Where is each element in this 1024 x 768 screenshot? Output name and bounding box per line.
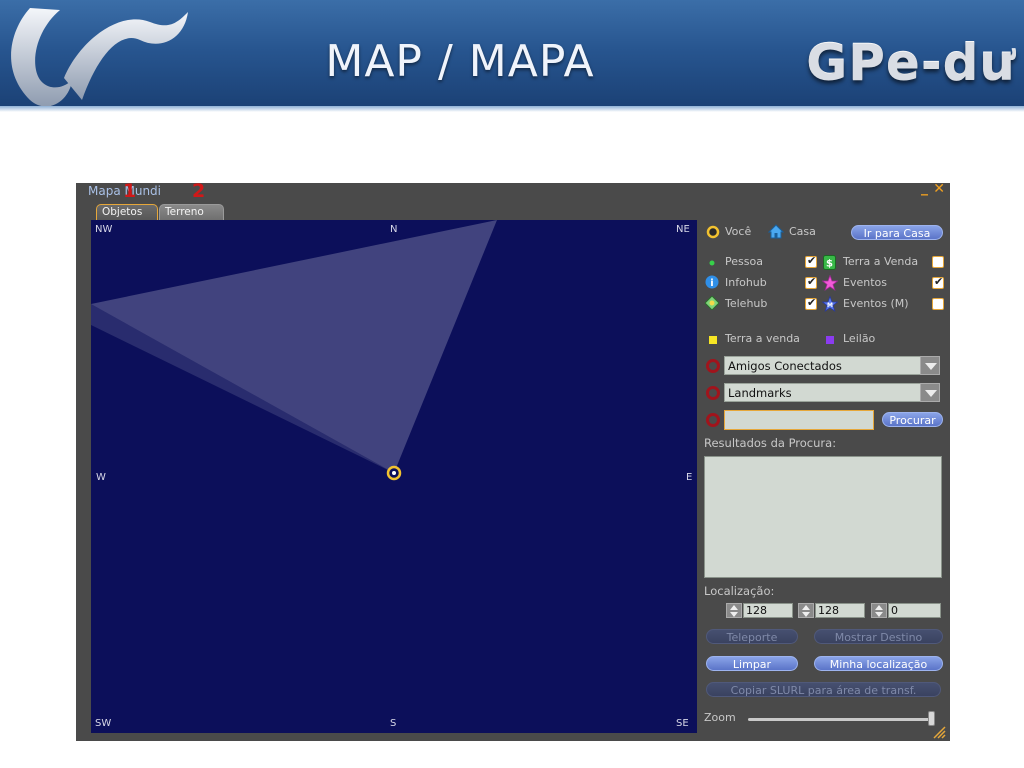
coord-z-field[interactable]: 0 — [888, 603, 941, 618]
person-dot-icon — [709, 260, 715, 266]
coord-y-stepper[interactable] — [798, 603, 814, 618]
legend-label-pessoa: Pessoa — [725, 255, 763, 268]
annotation-marker-1: 1 — [123, 180, 137, 202]
map-controls-panel: Você Casa Ir para Casa Pessoa i Infohub … — [704, 220, 946, 739]
zoom-slider-handle[interactable] — [928, 711, 935, 726]
coord-x-stepper[interactable] — [726, 603, 742, 618]
land-sale-icon: $ — [823, 255, 836, 270]
go-home-button[interactable]: Ir para Casa — [851, 225, 943, 240]
you-label: Você — [725, 225, 752, 238]
location-label: Localização: — [704, 584, 775, 598]
checkbox-eventos-m[interactable] — [932, 298, 944, 310]
friends-online-dropdown[interactable]: Amigos Conectados — [724, 356, 940, 375]
coord-y-field[interactable]: 128 — [815, 603, 865, 618]
coord-x-field[interactable]: 128 — [743, 603, 793, 618]
banner-divider — [0, 106, 1024, 112]
search-results-list[interactable] — [704, 456, 942, 578]
clear-button[interactable]: Limpar — [706, 656, 798, 671]
compass-se: SE — [676, 718, 689, 729]
close-icon[interactable]: ✕ — [933, 181, 945, 197]
banner-brand: GPe-dư — [806, 34, 1016, 92]
zoom-label: Zoom — [704, 711, 736, 724]
annotation-marker-2: 2 — [192, 180, 206, 202]
compass-w: W — [96, 472, 106, 483]
home-icon — [768, 224, 784, 239]
tab-objetos[interactable]: Objetos — [96, 204, 158, 220]
landmark-tracker-icon — [706, 386, 720, 400]
legend-label-eventos-m: Eventos (M) — [843, 297, 909, 310]
compass-sw: SW — [95, 718, 112, 729]
teleport-button[interactable]: Teleporte — [706, 629, 798, 644]
land-for-sale-key-label: Terra a venda — [725, 332, 800, 345]
show-destination-button[interactable]: Mostrar Destino — [814, 629, 943, 644]
copy-slurl-button[interactable]: Copiar SLURL para área de transf. — [706, 682, 941, 697]
window-titlebar[interactable]: Mapa Mundi _ ✕ — [76, 180, 950, 200]
compass-ne: NE — [676, 224, 690, 235]
zoom-slider-track[interactable] — [748, 718, 934, 721]
compass-e: E — [686, 472, 693, 483]
coord-z-stepper[interactable] — [871, 603, 887, 618]
banner-title: MAP / MAPA — [325, 36, 595, 87]
checkbox-eventos[interactable] — [932, 275, 944, 289]
auction-key-label: Leilão — [843, 332, 876, 345]
friends-tracker-icon — [706, 359, 720, 373]
avatar-marker-center — [392, 471, 396, 475]
landmarks-dropdown[interactable]: Landmarks — [724, 383, 940, 402]
legend-label-terra-a-venda: Terra a Venda — [843, 255, 919, 268]
svg-text:M: M — [827, 302, 833, 309]
tab-terreno[interactable]: Terreno — [159, 204, 224, 220]
compass-nw: NW — [95, 224, 113, 235]
event-mature-icon: M — [822, 296, 838, 312]
world-map-window: Mapa Mundi _ ✕ 1 2 Objetos Terreno NW N … — [76, 180, 950, 741]
map-view-layer — [91, 220, 497, 481]
minimize-icon[interactable]: _ — [921, 180, 928, 196]
landmarks-value: Landmarks — [728, 386, 792, 400]
friends-online-value: Amigos Conectados — [728, 359, 842, 373]
world-map-canvas[interactable]: NW N NE W E SW S SE — [91, 220, 697, 733]
checkbox-infohub[interactable] — [805, 275, 817, 289]
search-results-label: Resultados da Procura: — [704, 436, 837, 450]
resize-grip-icon[interactable] — [932, 725, 946, 739]
chevron-down-icon[interactable] — [920, 356, 940, 375]
chevron-down-icon[interactable] — [920, 383, 940, 402]
telehub-icon — [705, 296, 719, 310]
search-input[interactable] — [724, 410, 874, 430]
info-icon: i — [705, 275, 719, 289]
search-button[interactable]: Procurar — [882, 412, 943, 427]
home-label: Casa — [789, 225, 816, 238]
legend-label-telehub: Telehub — [725, 297, 768, 310]
header-banner: MAP / MAPA GPe-dư — [0, 0, 1024, 112]
search-tracker-icon — [706, 413, 720, 427]
svg-text:$: $ — [826, 259, 833, 270]
checkbox-terra-a-venda[interactable] — [932, 256, 944, 268]
you-marker-icon — [706, 225, 720, 239]
svg-text:i: i — [710, 278, 713, 289]
my-location-button[interactable]: Minha localização — [814, 656, 943, 671]
legend-label-infohub: Infohub — [725, 276, 767, 289]
land-sale-swatch — [709, 336, 717, 344]
compass-n: N — [390, 224, 398, 235]
checkbox-pessoa[interactable] — [805, 254, 817, 268]
compass-s: S — [390, 718, 397, 729]
legend-label-eventos: Eventos — [843, 276, 887, 289]
event-star-icon — [822, 275, 838, 291]
checkbox-telehub[interactable] — [805, 296, 817, 310]
auction-swatch — [826, 336, 834, 344]
